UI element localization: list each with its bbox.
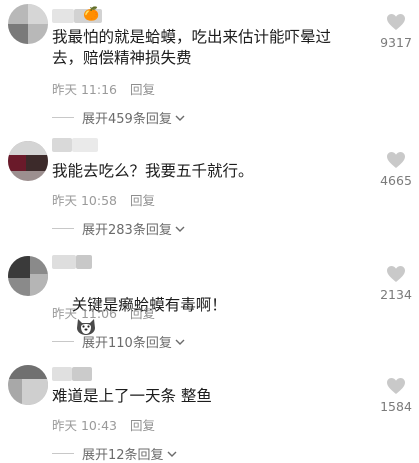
expand-replies-label: 展开459条回复 [82,112,172,127]
heart-icon [387,152,405,168]
comment-text: 我最怕的就是蛤蟆，吃出来估计能吓晕过去，赔偿精神损失费 [52,28,332,67]
divider-dash [52,228,74,229]
comment-time: 昨天 11:06 [52,306,117,321]
reply-button[interactable]: 回复 [130,418,155,433]
like-button[interactable]: 9317 [376,13,416,50]
avatar[interactable] [8,256,48,296]
comment-text: 我能去吃么？我要五千就行。 [52,162,254,180]
chevron-down-icon [175,226,185,232]
like-count: 4665 [380,173,412,188]
username-emoji: 🍊 [83,7,100,22]
like-button[interactable]: 2134 [376,265,416,302]
expand-replies-button[interactable]: 展开459条回复 [52,108,186,127]
comment-meta: 昨天 11:06 回复 [52,303,155,322]
comment-meta: 昨天 10:43 回复 [52,415,155,434]
chevron-down-icon [167,451,177,457]
divider-dash [52,341,74,342]
divider-dash [52,453,74,454]
expand-replies-label: 展开12条回复 [82,448,164,463]
expand-replies-label: 展开110条回复 [82,336,172,351]
comment-text: 难道是上了一天条 整鱼 [52,387,212,405]
expand-replies-button[interactable]: 展开283条回复 [52,219,186,238]
reply-button[interactable]: 回复 [130,82,155,97]
avatar[interactable] [8,141,48,181]
comment-time: 昨天 10:43 [52,418,117,433]
like-count: 2134 [380,287,412,302]
like-button[interactable]: 4665 [376,151,416,188]
expand-replies-label: 展开283条回复 [82,223,172,238]
chevron-down-icon [175,115,185,121]
like-button[interactable]: 1584 [376,377,416,414]
like-count: 1584 [380,399,412,414]
heart-icon [387,14,405,30]
heart-icon [387,266,405,282]
avatar[interactable] [8,365,48,405]
chevron-down-icon [175,339,185,345]
comment-meta: 昨天 11:16 回复 [52,79,155,98]
comment-meta: 昨天 10:58 回复 [52,190,155,209]
divider-dash [52,117,74,118]
heart-icon [387,378,405,394]
comment-time: 昨天 11:16 [52,82,117,97]
expand-replies-button[interactable]: 展开110条回复 [52,332,186,351]
reply-button[interactable]: 回复 [130,193,155,208]
like-count: 9317 [380,35,412,50]
avatar[interactable] [8,4,48,44]
reply-button[interactable]: 回复 [130,306,155,321]
expand-replies-button[interactable]: 展开12条回复 [52,444,178,463]
comment-time: 昨天 10:58 [52,193,117,208]
